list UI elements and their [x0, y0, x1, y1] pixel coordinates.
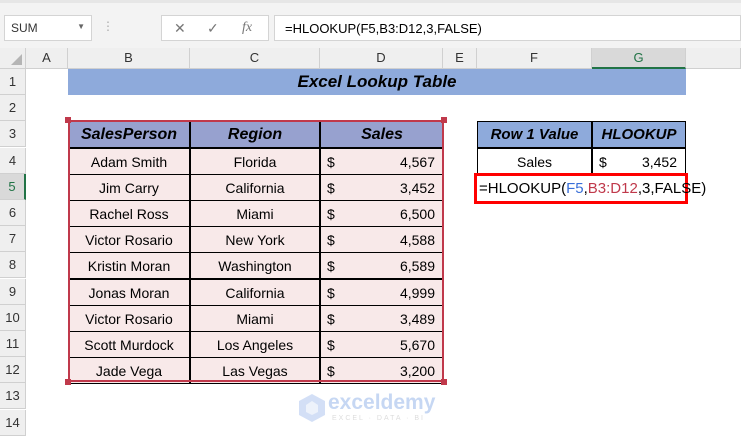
range-selection [68, 120, 444, 382]
row-header-9[interactable]: 9 [0, 278, 26, 305]
formula-toolbar: SUM ▼ ⋮ ✕ ✓ fx =HLOOKUP(F5,B3:D12,3,FALSE… [0, 0, 741, 48]
row-header-8[interactable]: 8 [0, 252, 26, 279]
chevron-down-icon[interactable]: ▼ [77, 22, 85, 31]
row-header-6[interactable]: 6 [0, 200, 26, 226]
cancel-icon[interactable]: ✕ [174, 20, 186, 37]
column-header-d[interactable]: D [320, 48, 443, 69]
formula-token: =HLOOKUP( [479, 180, 567, 197]
row-header-1[interactable]: 1 [0, 69, 26, 95]
row-header-4[interactable]: 4 [0, 147, 26, 174]
watermark-name: exceldemy [328, 391, 436, 414]
column-header-e[interactable]: E [443, 48, 477, 69]
name-box-value: SUM [11, 21, 38, 35]
row-header-3[interactable]: 3 [0, 121, 26, 148]
row-header-12[interactable]: 12 [0, 357, 26, 384]
drag-handle-icon: ⋮ [102, 19, 114, 33]
selection-handle[interactable] [441, 117, 447, 123]
name-box[interactable]: SUM ▼ [4, 15, 92, 41]
watermark: exceldemy EXCEL · DATA · BI [298, 391, 435, 426]
column-header-c[interactable]: C [190, 48, 320, 69]
currency-symbol: $ [599, 153, 607, 170]
column-header-a[interactable]: A [26, 48, 68, 69]
row-header-2[interactable]: 2 [0, 95, 26, 122]
row-header-14[interactable]: 14 [0, 409, 26, 436]
cell-f5-formula-editor[interactable]: =HLOOKUP(F5,B3:D12,3,FALSE) [474, 173, 706, 204]
row-header-7[interactable]: 7 [0, 226, 26, 253]
column-header-f[interactable]: F [477, 48, 592, 69]
hlookup-result-cell[interactable]: $3,452 [592, 147, 686, 175]
formula-token: F5 [566, 180, 584, 197]
sheet-title: Excel Lookup Table [68, 69, 686, 95]
selection-handle[interactable] [65, 379, 71, 385]
formula-token: B3:D12 [587, 180, 638, 197]
lookup-header-1: HLOOKUP [592, 121, 686, 149]
formula-input[interactable]: =HLOOKUP(F5,B3:D12,3,FALSE) [274, 15, 741, 41]
watermark-tagline: EXCEL · DATA · BI [332, 415, 425, 422]
enter-icon[interactable]: ✓ [207, 20, 219, 37]
column-header-b[interactable]: B [68, 48, 190, 69]
exceldemy-logo-icon [299, 394, 325, 422]
select-all-button[interactable] [0, 48, 26, 69]
insert-function-icon[interactable]: fx [242, 20, 252, 36]
column-header-g[interactable]: G [592, 48, 686, 69]
formula-token: ,3,FALSE) [637, 180, 707, 197]
lookup-header-0: Row 1 Value [477, 121, 592, 149]
lookup-value-cell[interactable]: Sales [477, 147, 592, 175]
row-header-10[interactable]: 10 [0, 304, 26, 331]
row-header-13[interactable]: 13 [0, 383, 26, 410]
column-header-h[interactable] [686, 48, 741, 69]
selection-handle[interactable] [65, 117, 71, 123]
hlookup-result: 3,452 [641, 153, 677, 170]
row-header-11[interactable]: 11 [0, 331, 26, 357]
formula-buttons: ✕ ✓ fx [161, 15, 269, 41]
selection-handle[interactable] [441, 379, 447, 385]
row-header-5[interactable]: 5 [0, 173, 26, 200]
